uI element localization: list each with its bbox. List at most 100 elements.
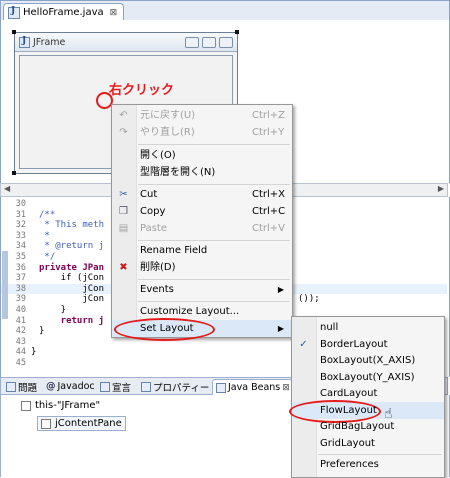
properties-icon — [141, 381, 151, 392]
layout-item-cardlayout[interactable]: CardLayout — [292, 385, 444, 402]
paste-icon: ▤ — [118, 223, 129, 234]
submenu-arrow-icon: ▶ — [277, 324, 284, 333]
line-number: 32 — [15, 220, 26, 231]
line-number: 35 — [15, 252, 26, 262]
close-icon — [219, 36, 233, 48]
scroll-right-icon[interactable]: ▶ — [438, 184, 444, 193]
code-line: * — [39, 230, 56, 241]
tab-label: Javadoc — [57, 381, 95, 392]
menu-item-undo[interactable]: ↶ 元に戻す(U) Ctrl+Z — [112, 107, 292, 124]
menu-item-redo[interactable]: ↷ やり直し(R) Ctrl+Y — [112, 124, 292, 141]
code-line: } — [39, 305, 67, 315]
line-number: 33 — [15, 230, 26, 241]
selection-range-marker — [2, 251, 8, 319]
menu-separator — [138, 184, 290, 185]
java-beans-icon — [216, 382, 226, 393]
tree-item-jcontentpane[interactable]: jContentPane — [37, 416, 126, 431]
panel-icon — [41, 418, 51, 429]
tree-item-label: jContentPane — [55, 418, 122, 429]
line-number: 30 — [15, 199, 26, 209]
menu-item-set-layout[interactable]: Set Layout ▶ — [112, 318, 292, 341]
layout-submenu: null ✓ BorderLayout BoxLayout(X_AXIS) Bo… — [289, 316, 445, 478]
menu-separator — [318, 454, 442, 455]
selection-handle[interactable] — [12, 30, 16, 34]
menu-item-open-type-hierarchy[interactable]: 型階層を開く(N) — [112, 164, 292, 181]
code-line: } — [31, 347, 37, 358]
tab-java-beans[interactable]: Java Beans ⊠ — [212, 379, 294, 395]
javadoc-icon: @ — [46, 381, 56, 392]
code-line: jCon — [39, 294, 105, 305]
menu-item-paste[interactable]: ▤ Paste Ctrl+V — [112, 220, 292, 237]
tab-javadoc[interactable]: @ Javadoc — [43, 379, 98, 394]
tab-declaration[interactable]: 宣言 — [97, 379, 134, 394]
line-number: 40 — [15, 305, 26, 315]
editor-tab-label: HelloFrame.java — [23, 7, 104, 18]
menu-item-delete[interactable]: ✖ 削除(D) — [112, 259, 292, 276]
menu-item-cut[interactable]: ✂ Cut Ctrl+X — [112, 186, 292, 203]
selection-handle[interactable] — [12, 171, 16, 175]
line-number: 37 — [15, 273, 26, 284]
layout-item-boxlayout-x[interactable]: BoxLayout(X_AXIS) — [292, 352, 444, 369]
tab-properties[interactable]: プロパティー — [138, 379, 212, 394]
menu-item-rename-field[interactable]: Rename Field — [112, 242, 292, 259]
jframe-title: JFrame — [33, 36, 66, 48]
menu-separator — [138, 240, 290, 241]
tab-label: 問題 — [18, 382, 38, 394]
editor-tab-helloframe[interactable]: HelloFrame.java ⊠ — [3, 3, 125, 21]
layout-item-boxlayout-y[interactable]: BoxLayout(Y_AXIS) — [292, 369, 444, 386]
maximize-icon — [202, 36, 216, 48]
redo-icon: ↷ — [119, 127, 128, 138]
close-icon[interactable]: ⊠ — [110, 8, 118, 18]
menu-separator — [138, 144, 290, 145]
line-number: 36 — [15, 262, 26, 273]
layout-item-flowlayout[interactable]: FlowLayout — [289, 399, 444, 423]
code-line: /** — [39, 209, 56, 220]
delete-icon: ✖ — [119, 262, 128, 273]
menu-separator — [138, 301, 290, 302]
editor-tab-bar: HelloFrame.java ⊠ — [0, 0, 450, 21]
layout-item-null[interactable]: null — [292, 319, 444, 336]
code-line: jCon — [39, 283, 105, 294]
check-icon: ✓ — [299, 338, 308, 350]
java-cup-icon — [19, 36, 30, 48]
layout-item-gridbaglayout[interactable]: GridBagLayout — [292, 418, 444, 435]
layout-item-preferences[interactable]: Preferences — [292, 456, 444, 473]
close-icon[interactable]: ⊠ — [282, 383, 290, 393]
menu-item-events[interactable]: Events ▶ — [112, 281, 292, 298]
layout-item-gridlayout[interactable]: GridLayout — [292, 435, 444, 452]
layout-item-borderlayout[interactable]: ✓ BorderLayout — [292, 336, 444, 353]
tab-label: Java Beans — [228, 382, 281, 393]
line-number: 44 — [15, 347, 26, 358]
line-number: 39 — [15, 294, 26, 305]
java-file-icon — [8, 6, 20, 19]
code-line: return j — [39, 315, 105, 326]
tab-label: プロパティー — [153, 382, 210, 394]
code-line: } — [39, 326, 45, 337]
selection-handle[interactable] — [235, 30, 239, 34]
menu-item-open[interactable]: 開く(O) — [112, 147, 292, 164]
code-line: * @return j — [39, 241, 105, 252]
tab-problems[interactable]: 問題 — [3, 379, 40, 394]
tree-item-this-jframe[interactable]: this-"JFrame" — [21, 400, 100, 411]
cut-icon: ✂ — [119, 189, 128, 200]
menu-item-customize-layout[interactable]: Customize Layout... — [112, 303, 292, 320]
menu-item-copy[interactable]: ❐ Copy Ctrl+C — [112, 203, 292, 220]
minimize-icon — [185, 36, 199, 48]
tab-label: 宣言 — [112, 382, 132, 394]
line-number: 45 — [15, 358, 26, 368]
line-number: 38 — [15, 283, 26, 294]
menu-separator — [138, 279, 290, 280]
code-line: */ — [39, 252, 56, 262]
line-number: 31 — [15, 209, 26, 220]
code-line: if (jCon — [39, 273, 105, 284]
line-number: 43 — [15, 336, 26, 347]
scroll-left-icon[interactable]: ◀ — [4, 184, 10, 193]
code-line: private JPan — [39, 262, 105, 273]
frame-icon — [21, 400, 31, 411]
code-line-tail: ()); — [298, 294, 320, 305]
declaration-icon — [100, 381, 110, 392]
tree-item-label: this-"JFrame" — [35, 400, 101, 411]
copy-icon: ❐ — [119, 206, 128, 217]
undo-icon: ↶ — [119, 110, 128, 121]
code-line: * This meth — [39, 220, 105, 231]
